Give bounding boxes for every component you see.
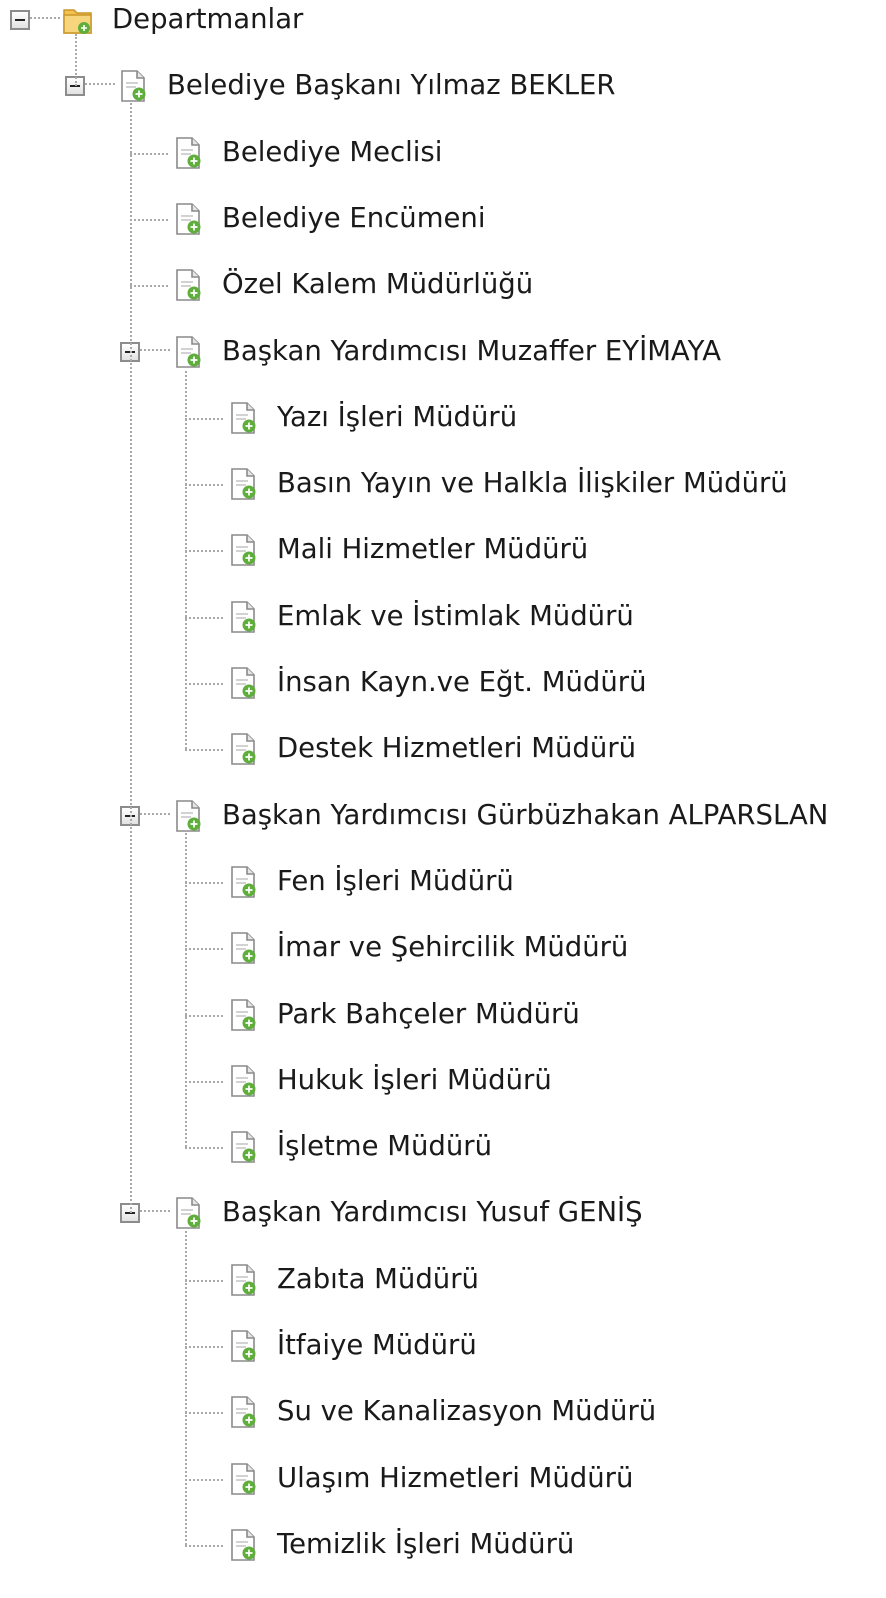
tree-node-belediye-meclisi[interactable]: Belediye Meclisi bbox=[222, 132, 442, 172]
minus-icon bbox=[15, 19, 25, 21]
document-icon bbox=[227, 998, 259, 1032]
document-icon bbox=[227, 1395, 259, 1429]
tree-node-baskan-yardimcisi-yusuf-genis[interactable]: Başkan Yardımcısı Yusuf GENİŞ bbox=[222, 1192, 643, 1232]
tree-node-belediye-baskani-yilmaz-bekler[interactable]: Belediye Başkanı Yılmaz BEKLER bbox=[167, 65, 616, 105]
tree-connector bbox=[185, 550, 223, 553]
tree-node-park-bahceler-muduru[interactable]: Park Bahçeler Müdürü bbox=[277, 994, 580, 1034]
document-icon bbox=[227, 666, 259, 700]
document-icon bbox=[227, 1263, 259, 1297]
document-icon bbox=[227, 732, 259, 766]
document-icon bbox=[227, 1064, 259, 1098]
document-icon bbox=[172, 268, 204, 302]
tree-node-zabita-muduru[interactable]: Zabıta Müdürü bbox=[277, 1259, 479, 1299]
tree-connector bbox=[75, 34, 77, 87]
tree-node-belediye-encumeni[interactable]: Belediye Encümeni bbox=[222, 198, 486, 238]
tree-connector bbox=[185, 829, 187, 1148]
document-icon bbox=[227, 931, 259, 965]
tree-connector bbox=[185, 881, 223, 884]
document-icon bbox=[227, 1130, 259, 1164]
document-icon bbox=[117, 69, 149, 103]
tree-connector bbox=[185, 1014, 223, 1017]
tree-connector bbox=[185, 1227, 187, 1545]
tree-node-yazi-isleri-muduru[interactable]: Yazı İşleri Müdürü bbox=[277, 397, 517, 437]
tree-connector bbox=[185, 1279, 223, 1282]
document-icon bbox=[227, 600, 259, 634]
tree-connector bbox=[185, 1346, 223, 1348]
tree-connector bbox=[185, 1147, 223, 1150]
tree-connector bbox=[140, 348, 170, 351]
tree-node-isletme-muduru[interactable]: İşletme Müdürü bbox=[277, 1126, 492, 1166]
tree-node-baskan-yardimcisi-gurbuzhakan-alparslan[interactable]: Başkan Yardımcısı Gürbüzhakan ALPARSLAN bbox=[222, 795, 828, 835]
tree-connector bbox=[130, 218, 168, 221]
tree-node-su-ve-kanalizasyon-muduru[interactable]: Su ve Kanalizasyon Müdürü bbox=[277, 1391, 656, 1431]
tree-node-imar-ve-sehircilik-muduru[interactable]: İmar ve Şehircilik Müdürü bbox=[277, 927, 628, 967]
document-icon bbox=[227, 467, 259, 501]
collapse-toggle-departmanlar[interactable] bbox=[10, 10, 30, 30]
tree-node-itfaiye-muduru[interactable]: İtfaiye Müdürü bbox=[277, 1325, 477, 1365]
folder-icon bbox=[62, 3, 94, 37]
tree-node-hukuk-isleri-muduru[interactable]: Hukuk İşleri Müdürü bbox=[277, 1060, 552, 1100]
tree-connector bbox=[185, 484, 223, 487]
document-icon bbox=[227, 401, 259, 435]
document-icon bbox=[227, 865, 259, 899]
tree-node-mali-hizmetler-muduru[interactable]: Mali Hizmetler Müdürü bbox=[277, 529, 588, 569]
document-icon bbox=[172, 202, 204, 236]
tree-node-departmanlar[interactable]: Departmanlar bbox=[112, 0, 303, 39]
tree-node-emlak-ve-istimlak-muduru[interactable]: Emlak ve İstimlak Müdürü bbox=[277, 596, 634, 636]
department-tree: Departmanlar Belediye Başkanı Yılmaz BEK… bbox=[0, 0, 886, 1598]
tree-connector bbox=[185, 749, 223, 752]
document-icon bbox=[172, 335, 204, 369]
tree-connector bbox=[140, 1210, 170, 1213]
document-icon bbox=[172, 136, 204, 170]
document-icon bbox=[227, 1329, 259, 1363]
tree-connector bbox=[185, 616, 223, 619]
document-icon bbox=[227, 1462, 259, 1496]
tree-connector bbox=[130, 152, 168, 155]
tree-connector bbox=[185, 1478, 223, 1481]
tree-node-ozel-kalem-mudurlugu[interactable]: Özel Kalem Müdürlüğü bbox=[222, 264, 533, 304]
document-icon bbox=[227, 1528, 259, 1562]
tree-connector bbox=[140, 812, 170, 815]
tree-connector bbox=[30, 17, 60, 19]
tree-connector bbox=[185, 1544, 223, 1547]
tree-connector bbox=[85, 83, 115, 86]
document-icon bbox=[172, 799, 204, 833]
tree-node-basin-yayin-ve-halkla-iliskiler-muduru[interactable]: Basın Yayın ve Halkla İlişkiler Müdürü bbox=[277, 463, 788, 503]
tree-connector bbox=[185, 417, 223, 420]
tree-connector bbox=[185, 365, 187, 750]
tree-connector bbox=[130, 100, 132, 1214]
tree-node-baskan-yardimcisi-muzaffer-eyimaya[interactable]: Başkan Yardımcısı Muzaffer EYİMAYA bbox=[222, 331, 721, 371]
tree-node-destek-hizmetleri-muduru[interactable]: Destek Hizmetleri Müdürü bbox=[277, 728, 636, 768]
tree-node-ulasim-hizmetleri-muduru[interactable]: Ulaşım Hizmetleri Müdürü bbox=[277, 1458, 633, 1498]
tree-connector bbox=[185, 1080, 223, 1083]
document-icon bbox=[227, 533, 259, 567]
tree-node-fen-isleri-muduru[interactable]: Fen İşleri Müdürü bbox=[277, 861, 514, 901]
document-icon bbox=[172, 1196, 204, 1230]
tree-connector bbox=[130, 285, 168, 288]
tree-connector bbox=[185, 683, 223, 685]
tree-connector bbox=[185, 948, 223, 951]
tree-connector bbox=[185, 1412, 223, 1415]
tree-node-insan-kayn-ve-egt-muduru[interactable]: İnsan Kayn.ve Eğt. Müdürü bbox=[277, 662, 647, 702]
tree-node-temizlik-isleri-muduru[interactable]: Temizlik İşleri Müdürü bbox=[277, 1524, 574, 1564]
